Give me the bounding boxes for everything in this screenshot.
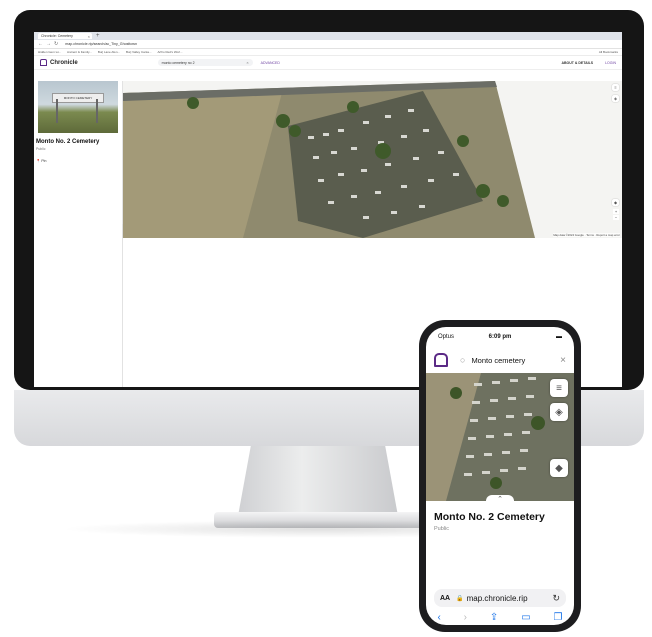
tab-title: Chronicle: Cemetery <box>41 34 73 38</box>
layers-icon[interactable]: ◈ <box>550 403 568 421</box>
search-input[interactable]: Monto cemetery <box>471 356 554 365</box>
close-icon[interactable]: × <box>560 355 566 366</box>
about-link[interactable]: ABOUT & DETAILS <box>561 61 593 65</box>
bookmark-item[interactable]: Burj Valley Canta... <box>126 50 151 54</box>
search-icon: ○ <box>460 355 466 365</box>
search-input[interactable]: monto cemetery no 2 × <box>157 59 253 66</box>
bookmark-item[interactable]: Ancient & Family... <box>67 50 92 54</box>
tab-close-icon[interactable]: × <box>88 34 90 39</box>
all-bookmarks-link[interactable]: All Bookmarks <box>599 50 618 54</box>
login-link[interactable]: LOGIN <box>605 61 616 65</box>
chronicle-logo-icon[interactable] <box>434 353 448 367</box>
new-tab-icon[interactable]: + <box>96 33 100 39</box>
forward-icon[interactable]: → <box>46 41 51 47</box>
app-header: Chronicle monto cemetery no 2 × ADVANCED… <box>34 56 622 70</box>
tabs-icon[interactable]: ❐ <box>554 612 563 623</box>
carrier-label: Optus <box>438 334 455 340</box>
sign-post <box>96 99 98 123</box>
place-title: Monto No. 2 Cemetery <box>36 139 100 145</box>
bookmark-item[interactable]: Arfiro Red's Worl... <box>157 50 182 54</box>
place-subtitle: Public <box>36 147 46 151</box>
bookmarks-icon[interactable]: ▭ <box>521 612 530 623</box>
bookmark-item[interactable]: Burj Lane Afen... <box>98 50 120 54</box>
url-field[interactable]: map.chronicle.rip/search/ac_Tiny_Ghostto… <box>65 42 137 46</box>
browser-tab-bar: Chronicle: Cemetery × + <box>34 32 622 40</box>
share-icon[interactable]: ⇪ <box>490 612 498 623</box>
safari-toolbar: ‹ › ⇪ ▭ ❐ <box>426 609 574 625</box>
map-imagery <box>123 81 535 238</box>
place-photo[interactable]: MONTO CEMETERY <box>38 81 118 133</box>
map-attribution[interactable]: Map data ©2024 Google · Terms · Report a… <box>553 233 620 237</box>
bookmarks-bar: Hidden Gem wi... Ancient & Family... Bur… <box>34 49 622 56</box>
browser-tab[interactable]: Chronicle: Cemetery × <box>38 33 92 39</box>
app-name[interactable]: Chronicle <box>50 60 78 66</box>
monitor-stand <box>238 446 398 516</box>
bookmark-item[interactable]: Hidden Gem wi... <box>38 50 61 54</box>
phone-satellite-map[interactable]: ≡ ◈ ◆ <box>426 373 574 501</box>
back-icon[interactable]: ← <box>38 41 43 47</box>
advanced-search-button[interactable]: ADVANCED <box>261 61 280 65</box>
satellite-map[interactable]: ≡ ◈ ◆ + − Map data ©2024 Google · Terms … <box>123 81 622 238</box>
back-icon[interactable]: ‹ <box>437 612 440 623</box>
forward-icon[interactable]: › <box>464 612 467 623</box>
phone-search-bar: ○ Monto cemetery × <box>426 347 574 373</box>
place-title: Monto No. 2 Cemetery <box>434 511 545 523</box>
safari-address-bar[interactable]: AA 🔒 map.chronicle.rip ↻ <box>434 589 566 607</box>
text-size-button[interactable]: AA <box>440 595 450 602</box>
address-bar: ← → ↻ map.chronicle.rip/search/ac_Tiny_G… <box>34 40 622 49</box>
reload-icon[interactable]: ↻ <box>54 41 58 47</box>
clock: 6:09 pm <box>488 334 512 340</box>
place-subtitle: Public <box>434 526 449 532</box>
filter-icon[interactable]: ≡ <box>550 379 568 397</box>
close-icon[interactable]: × <box>246 60 248 65</box>
phone-device: Optus 6:09 pm ▬ ○ Monto cemetery × ≡ ◈ ◆… <box>419 320 581 632</box>
lock-icon: 🔒 <box>456 595 464 602</box>
phone-screen: Optus 6:09 pm ▬ ○ Monto cemetery × ≡ ◈ ◆… <box>426 327 574 625</box>
pin-label: Pin <box>41 159 47 163</box>
pin-button[interactable]: 📍 Pin <box>36 159 122 163</box>
zoom-out-button[interactable]: − <box>613 215 619 220</box>
place-sidebar: MONTO CEMETERY Monto No. 2 Cemetery Publ… <box>34 81 123 387</box>
battery-icon: ▬ <box>555 334 562 340</box>
search-value: monto cemetery no 2 <box>161 60 195 65</box>
status-bar: Optus 6:09 pm ▬ <box>426 327 574 347</box>
zoom-in-button[interactable]: + <box>613 209 619 214</box>
locate-icon[interactable]: ◆ <box>550 459 568 477</box>
chronicle-logo-icon[interactable] <box>40 59 47 66</box>
filter-icon[interactable]: ≡ <box>612 84 619 91</box>
chevron-up-icon[interactable]: ⌃ <box>486 495 514 505</box>
sign-post <box>56 99 58 123</box>
layers-icon[interactable]: ◈ <box>612 95 619 102</box>
locate-icon[interactable]: ◆ <box>612 199 619 206</box>
url-text[interactable]: map.chronicle.rip <box>467 594 553 603</box>
reload-icon[interactable]: ↻ <box>552 593 560 604</box>
